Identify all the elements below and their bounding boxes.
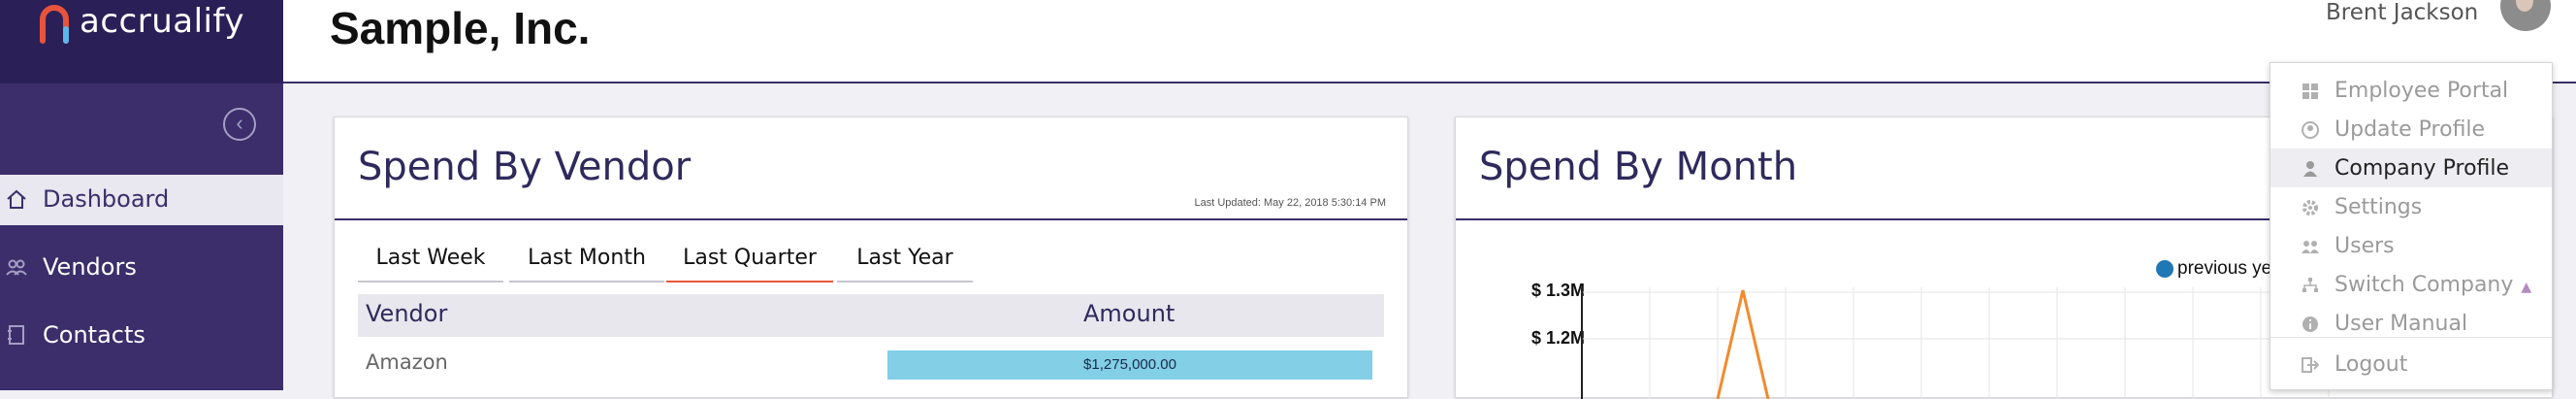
- column-header-vendor: Vendor: [366, 300, 448, 327]
- menu-item-switch-company[interactable]: Switch Company ▲: [2270, 265, 2552, 304]
- home-icon: [7, 189, 26, 209]
- menu-item-label: Users: [2334, 234, 2395, 258]
- address-book-icon: [8, 325, 24, 345]
- gear-icon: [2302, 200, 2318, 216]
- menu-item-label: Settings: [2334, 195, 2423, 219]
- users-icon: [6, 259, 27, 276]
- column-header-amount: Amount: [1083, 300, 1175, 327]
- user-circle-icon: [2302, 121, 2319, 139]
- user-menu-trigger[interactable]: Brent Jackson: [2326, 0, 2478, 25]
- page-title: Sample, Inc.: [330, 3, 591, 53]
- sidebar-item-label: Dashboard: [43, 185, 170, 213]
- menu-item-label: Logout: [2334, 352, 2408, 377]
- logo-bar: accrualify: [0, 0, 283, 83]
- sidebar-item-vendors[interactable]: Vendors: [0, 243, 283, 293]
- menu-item-label: Employee Portal: [2334, 79, 2509, 103]
- sidebar-item-label: Vendors: [43, 253, 137, 281]
- series-line: [1716, 289, 1770, 399]
- tab-last-year[interactable]: Last Year: [837, 242, 973, 283]
- card-title: Spend By Vendor: [358, 145, 692, 189]
- last-updated: Last Updated: May 22, 2018 5:30:14 PM: [1194, 197, 1386, 209]
- menu-item-logout[interactable]: Logout: [2270, 345, 2552, 383]
- menu-item-users[interactable]: Users: [2270, 226, 2552, 265]
- divider: [2270, 337, 2552, 338]
- sidebar-item-dashboard[interactable]: Dashboard: [0, 175, 283, 225]
- tab-last-quarter[interactable]: Last Quarter: [666, 242, 833, 283]
- menu-item-label: Update Profile: [2334, 117, 2486, 142]
- amount-bar: $1,275,000.00: [887, 350, 1372, 380]
- sitemap-icon: [2302, 278, 2318, 292]
- sidebar-item-label: Contacts: [43, 321, 145, 349]
- menu-item-employee-portal[interactable]: Employee Portal: [2270, 71, 2552, 110]
- menu-item-label: User Manual: [2334, 312, 2468, 336]
- menu-item-update-profile[interactable]: Update Profile: [2270, 110, 2552, 149]
- avatar[interactable]: [2500, 0, 2551, 31]
- logout-icon: [2302, 357, 2319, 373]
- sidebar: accrualify ‹ Dashboard Vendors Contacts: [0, 0, 283, 390]
- sidebar-item-contacts[interactable]: Contacts: [0, 311, 283, 361]
- tab-last-week[interactable]: Last Week: [358, 242, 503, 283]
- menu-item-label: Company Profile: [2334, 156, 2510, 181]
- divider: [335, 218, 1407, 220]
- table-row[interactable]: Amazon $1,275,000.00: [358, 337, 1384, 380]
- spend-by-vendor-card: Spend By Vendor Last Updated: May 22, 20…: [334, 116, 1408, 398]
- brand-name: accrualify: [80, 2, 244, 41]
- user-dropdown-menu: Employee Portal Update Profile Company P…: [2270, 62, 2553, 390]
- vendor-name: Amazon: [366, 350, 448, 374]
- table-header: Vendor Amount: [358, 294, 1384, 337]
- user-icon: [2303, 161, 2317, 177]
- caret-up-icon: ▲: [2521, 280, 2532, 295]
- accrualify-logo-icon: [40, 5, 69, 44]
- top-header: Sample, Inc. Brent Jackson: [283, 0, 2576, 83]
- info-icon: [2302, 316, 2318, 332]
- menu-item-company-profile[interactable]: Company Profile: [2270, 149, 2552, 187]
- menu-item-label: Switch Company ▲: [2334, 273, 2532, 297]
- amount-value: $1,275,000.00: [1083, 356, 1176, 373]
- chevron-left-icon[interactable]: ‹: [223, 108, 256, 141]
- grid-icon: [2302, 83, 2318, 99]
- tab-last-month[interactable]: Last Month: [509, 242, 664, 283]
- users-icon: [2302, 241, 2319, 253]
- menu-item-settings[interactable]: Settings: [2270, 187, 2552, 226]
